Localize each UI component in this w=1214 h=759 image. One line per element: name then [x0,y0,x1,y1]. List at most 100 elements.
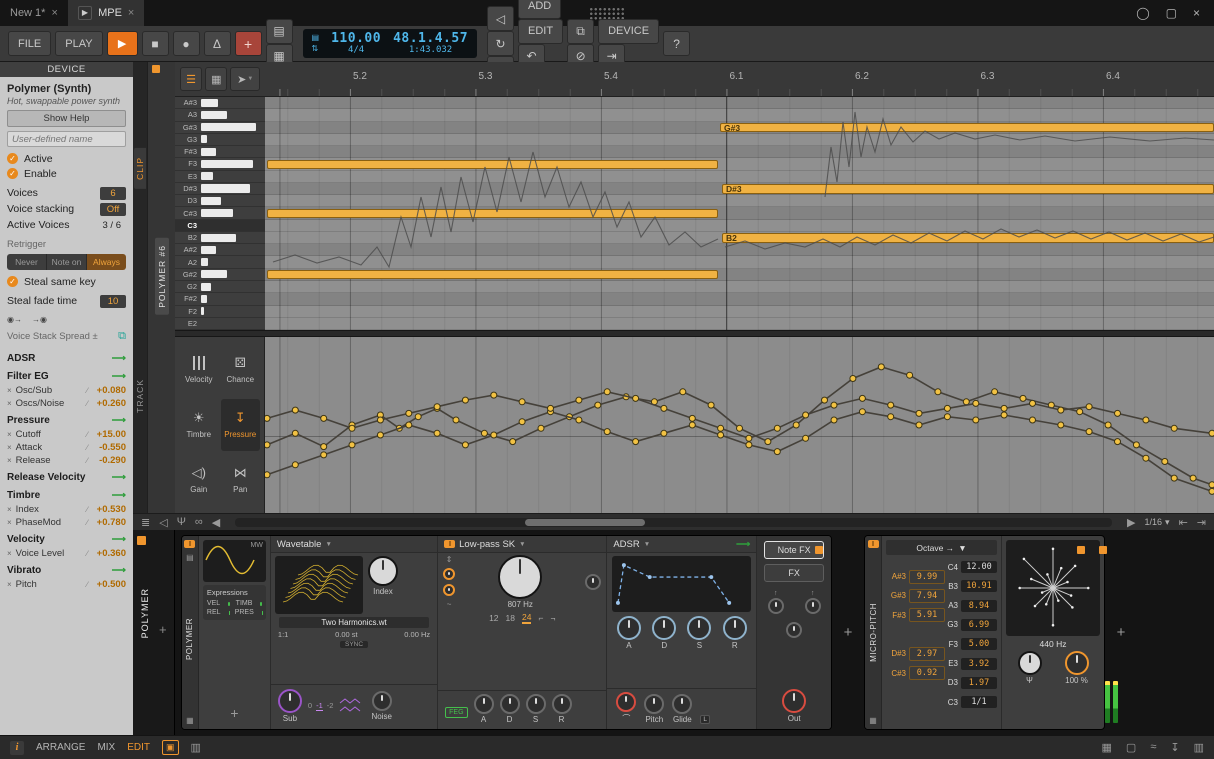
detail-panel-icon[interactable]: ▥ [1194,741,1204,754]
cutoff-value[interactable]: 807 Hz [508,600,533,609]
resonance-knob[interactable] [585,574,601,590]
reference-frequency-value[interactable]: 440 Hz [1006,639,1100,649]
mod-target-phasemod[interactable]: ×PhaseMod∕+0.780 [7,516,126,529]
zoom-full-icon[interactable]: ⇥ [1197,516,1206,529]
duplicate-button[interactable]: ⧉ [567,19,594,44]
mod-wheel-display[interactable]: MW [203,540,266,582]
note-value[interactable]: 8.94 [961,600,997,612]
slope-curve-icon-2[interactable]: ¬ [550,613,555,623]
transport-display[interactable]: ▤⇅ 110.00 4/4 48.1.4.57 1:43.032 [303,29,477,58]
index-control[interactable]: Index [368,556,398,596]
mod-source-arrow-icon[interactable]: ⟶ [112,490,126,501]
note-value[interactable]: 3.92 [961,658,997,670]
env-amount-knob[interactable] [616,692,636,712]
envelope-type-selector[interactable]: ADSR ▼ ⟶ [607,536,756,553]
sub-control[interactable]: Sub [278,689,302,723]
piano-key-f2[interactable]: F2 [175,306,265,318]
mod-source-arrow-icon[interactable]: ⟶ [112,415,126,426]
mod-source-arrow-icon[interactable]: ⟶ [112,353,126,364]
piano-key-a3[interactable]: A3 [175,109,265,121]
micropitch-note-a3[interactable]: A38.94 [938,598,997,614]
scroll-left-icon[interactable]: ◀ [212,516,220,529]
mod-amount-value[interactable]: +0.780 [92,517,126,528]
add-track-icon[interactable]: + [159,622,167,637]
spread-knob[interactable] [786,622,802,638]
add-menu-button[interactable]: ADD [518,0,561,19]
retrigger-option-never[interactable]: Never [7,254,47,270]
piano-key-a2[interactable]: A2 [175,256,265,268]
mod-amount-value[interactable]: +0.080 [92,385,126,396]
sub-octave-minus1[interactable]: -1 [316,701,323,711]
dual-display-icon[interactable]: ▥ [191,741,201,754]
glide-knob[interactable] [672,694,692,714]
remove-modulation-icon[interactable]: × [7,443,12,452]
feg-decay-knob[interactable] [500,694,520,714]
piano-key-e3[interactable]: E3 [175,171,265,183]
noise-control[interactable]: Noise [371,691,391,721]
remove-modulation-icon[interactable]: × [7,456,12,465]
mod-target-oscs-noise[interactable]: ×Oscs/Noise∕+0.260 [7,397,126,410]
mix-control[interactable]: 100 % [1065,651,1089,685]
metronome-button[interactable]: Δ [204,31,231,56]
io-panel-icon[interactable]: ↧ [1170,741,1179,754]
mix-knob[interactable] [1065,651,1089,675]
audition-icon[interactable]: ◁ [159,516,167,529]
piano-key-f3[interactable]: F3 [175,158,265,170]
clip-tab[interactable]: CLIP [134,148,146,189]
mod-target-index[interactable]: ×Index∕+0.530 [7,503,126,516]
tuning-star-display[interactable] [1006,540,1100,636]
attack-knob[interactable] [617,616,641,640]
clip-panel-icon[interactable]: ▢ [1126,741,1136,754]
filter-mod-knob-1[interactable] [443,568,455,580]
note-value[interactable]: 2.97 [909,647,945,661]
polymer-device-name[interactable]: POLYMER [185,618,194,660]
prop-value[interactable]: 6 [100,187,126,200]
fx-slot[interactable]: FX [764,564,824,582]
remove-modulation-icon[interactable]: × [7,549,12,558]
mod-amount-value[interactable]: -0.550 [92,442,126,453]
cutoff-control[interactable]: 807 Hz [460,555,580,609]
note-value[interactable]: 12.00 [961,561,997,573]
mod-target-osc-sub[interactable]: ×Osc/Sub∕+0.080 [7,384,126,397]
mod-amount-value[interactable]: +0.530 [92,504,126,515]
info-icon[interactable]: i [10,741,24,755]
tab-close-icon[interactable]: × [128,7,134,19]
expression-tab-gain[interactable]: ◁)Gain [179,453,219,506]
feg-sustain-knob[interactable] [526,694,546,714]
toggle-active[interactable]: ✓Active [7,151,126,166]
piano-key-e2[interactable]: E2 [175,318,265,330]
timeline-ruler[interactable]: 5.25.35.46.16.26.36.4 [265,62,1214,96]
piano-key-g-2[interactable]: G#2 [175,269,265,281]
micropitch-note-f-3[interactable]: F#35.91 [886,607,945,623]
checkbox-checked-icon[interactable]: ✓ [7,153,18,164]
micropitch-note-e3[interactable]: E33.92 [938,656,997,672]
device-color-tab[interactable] [1077,546,1085,554]
wavetable-display[interactable] [275,556,363,614]
remove-modulation-icon[interactable]: × [7,518,12,527]
filter-type-selector[interactable]: Low-pass SK ▼ [438,536,606,553]
remove-modulation-icon[interactable]: × [7,430,12,439]
sub-waveform-icon[interactable] [339,698,365,714]
micropitch-note-d-3[interactable]: D#32.97 [886,646,945,662]
editor-divider[interactable] [175,330,1214,337]
remove-modulation-icon[interactable]: × [7,580,12,589]
mod-target-cutoff[interactable]: ×Cutoff∕+15.00 [7,428,126,441]
polymer-power-button[interactable] [184,540,195,548]
voice-stack-spread-row[interactable]: Voice Stack Spread ± ⧉ [7,329,126,344]
expression-tab-pan[interactable]: ⋈Pan [221,453,261,506]
feg-release-knob[interactable] [552,694,572,714]
slope-24[interactable]: 24 [522,612,531,624]
track-tab[interactable]: TRACK [134,370,146,422]
micropitch-note-c3[interactable]: C31/1 [938,694,997,710]
micropitch-note-f3[interactable]: F35.00 [938,636,997,652]
micropitch-mode-selector[interactable]: Octave → ▼ [886,540,997,555]
piano-key-d3[interactable]: D3 [175,195,265,207]
remove-modulation-icon[interactable]: × [7,399,12,408]
mod-out-icon[interactable]: →◉ [32,315,47,324]
micropitch-note-b3[interactable]: B310.91 [938,578,997,594]
piano-key-g2[interactable]: G2 [175,281,265,293]
mod-in-icon[interactable]: ◉→ [7,315,22,324]
pitch-knob[interactable] [644,694,664,714]
note-value[interactable]: 0.92 [909,666,945,680]
scrollbar-thumb[interactable] [525,519,645,526]
